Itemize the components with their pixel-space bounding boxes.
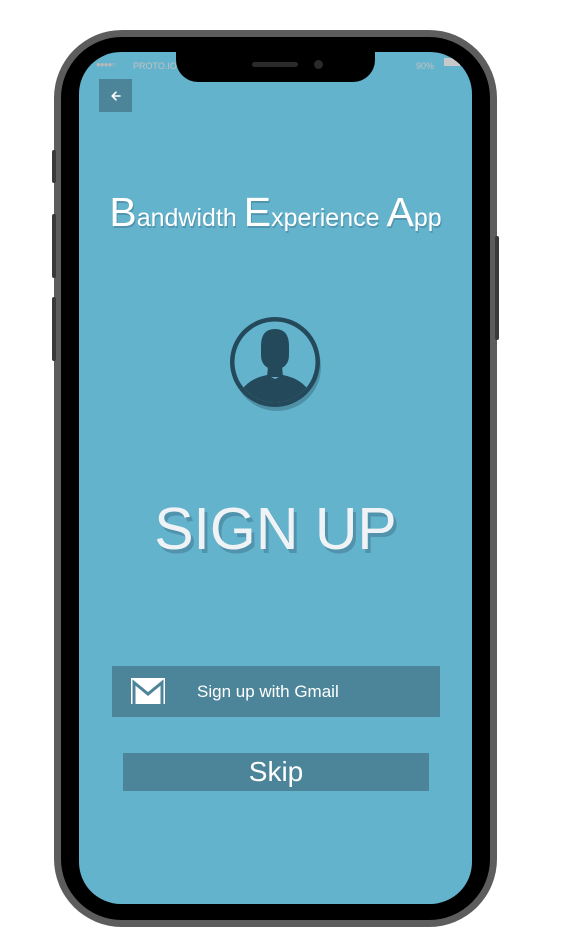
app-title-initial-e: E [243, 189, 272, 235]
app-title-word-2-rest: xperience [271, 204, 380, 232]
back-button[interactable] [99, 79, 132, 112]
phone-power-button [495, 236, 499, 340]
app-title-word-3-rest: pp [413, 204, 442, 232]
app-screen: ●●●●○ PROTO.IO 90% Bandwidth Experience … [79, 52, 472, 904]
signup-heading: SIGN UP [154, 496, 397, 562]
signup-with-gmail-button[interactable]: Sign up with Gmail [112, 666, 440, 717]
phone-mute-switch [52, 150, 56, 183]
skip-button[interactable]: Skip [123, 753, 429, 791]
app-title-word-1-rest: andwidth [136, 204, 237, 232]
battery-icon [444, 58, 460, 66]
carrier-name: PROTO.IO [133, 61, 177, 71]
phone-volume-up-button [52, 214, 56, 278]
app-title-initial-b: B [109, 189, 137, 235]
signup-with-gmail-label: Sign up with Gmail [197, 682, 339, 701]
app-title: Bandwidth Experience App [79, 190, 472, 240]
phone-volume-down-button [52, 297, 56, 361]
app-title-initial-a: A [386, 189, 414, 235]
signal-strength-indicator: ●●●●○ [96, 60, 116, 69]
gmail-icon [131, 678, 165, 704]
arrow-left-icon [110, 90, 121, 101]
battery-percentage: 90% [416, 61, 435, 71]
phone-front-camera [314, 60, 323, 69]
user-avatar-icon [230, 317, 321, 411]
phone-speaker [252, 62, 298, 67]
phone-notch [176, 37, 375, 82]
